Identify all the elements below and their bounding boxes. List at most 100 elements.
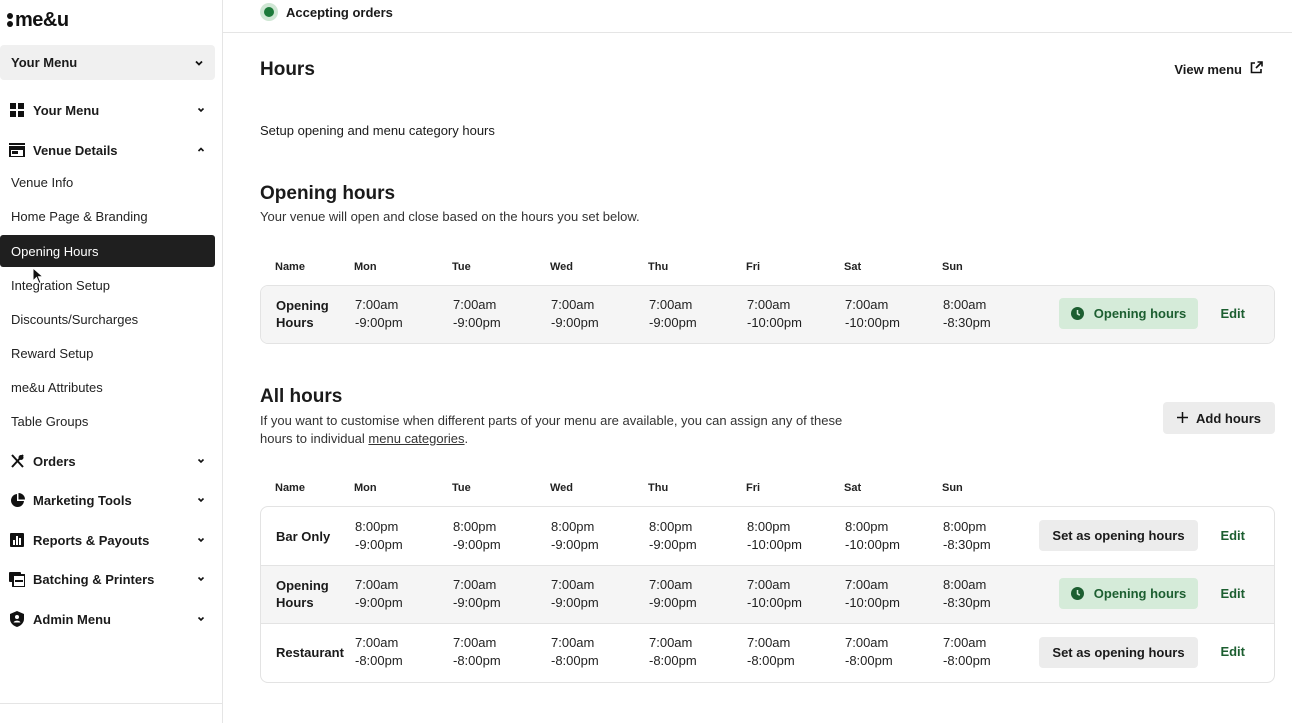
sidebar-group-label: Batching & Printers [33, 571, 155, 587]
edit-button[interactable]: Edit [1220, 644, 1245, 659]
sidebar-group-reports-payouts[interactable]: Reports & Payouts [0, 523, 215, 557]
time-open: 7:00am [747, 635, 791, 650]
badge-label: Opening hours [1093, 306, 1187, 321]
time-cell: 7:00am -9:00pm [649, 296, 697, 332]
column-header: Name [275, 261, 305, 273]
column-header: Fri [746, 482, 761, 494]
sidebar-group-label: Marketing Tools [33, 492, 132, 508]
sidebar-group-your-menu[interactable]: Your Menu [0, 93, 215, 127]
time-open: 7:00am [649, 635, 693, 650]
opening-hours-title: Opening hours [260, 183, 396, 204]
time-open: 7:00am [551, 635, 595, 650]
row-name-line: Opening [276, 578, 329, 593]
time-open: 7:00am [355, 635, 399, 650]
sidebar-group-label: Venue Details [33, 142, 118, 158]
sidebar-group-venue-details[interactable]: Venue Details [0, 133, 215, 167]
sidebar-item-meu-attributes[interactable]: me&u Attributes [0, 371, 215, 403]
sidebar: me&u Your Menu Your Menu Venue Details V… [0, 0, 223, 723]
opening-hours-badge[interactable]: Opening hours [1059, 578, 1198, 609]
external-link-icon [1250, 61, 1263, 77]
column-header: Sat [844, 261, 862, 273]
row-name-line: Hours [276, 595, 314, 610]
time-cell: 7:00am -8:00pm [649, 634, 697, 670]
set-as-opening-hours-button[interactable]: Set as opening hours [1039, 637, 1198, 668]
sidebar-group-marketing-tools[interactable]: Marketing Tools [0, 483, 215, 517]
mouse-cursor-icon [32, 266, 45, 288]
edit-button[interactable]: Edit [1220, 586, 1245, 601]
time-close: -8:00pm [453, 653, 501, 668]
logo-text: me&u [15, 8, 69, 31]
sidebar-group-label: Your Menu [33, 102, 100, 118]
time-cell: 8:00pm -9:00pm [355, 518, 403, 554]
time-open: 8:00am [943, 577, 987, 592]
column-header: Name [275, 482, 305, 494]
time-cell: 7:00am -8:00pm [943, 634, 991, 670]
view-menu-label: View menu [1174, 61, 1242, 77]
time-cell: 7:00am -9:00pm [649, 576, 697, 612]
time-cell: 8:00pm -9:00pm [551, 518, 599, 554]
view-menu-link[interactable]: View menu [1174, 61, 1263, 77]
time-cell: 7:00am -8:00pm [747, 634, 795, 670]
sidebar-group-label: Orders [33, 453, 76, 469]
time-open: 7:00am [845, 297, 889, 312]
menu-select[interactable]: Your Menu [0, 45, 215, 80]
sidebar-item-discounts-surcharges[interactable]: Discounts/Surcharges [0, 303, 215, 335]
time-close: -9:00pm [453, 595, 501, 610]
time-close: -10:00pm [845, 537, 900, 552]
row-name-line: Opening [276, 298, 329, 313]
time-open: 7:00am [649, 297, 693, 312]
cutlery-icon [9, 453, 25, 469]
row-name: Restaurant [276, 645, 344, 660]
time-cell: 7:00am -10:00pm [845, 296, 900, 332]
plus-icon [1177, 408, 1188, 428]
time-close: -9:00pm [453, 315, 501, 330]
sidebar-item-opening-hours[interactable]: Opening Hours [0, 235, 215, 267]
chevron-down-icon [196, 105, 206, 115]
time-close: -9:00pm [649, 537, 697, 552]
time-open: 7:00am [551, 577, 595, 592]
column-header: Mon [354, 482, 377, 494]
grid-icon [9, 102, 25, 118]
time-cell: 7:00am -10:00pm [747, 296, 802, 332]
time-cell: 8:00pm -9:00pm [453, 518, 501, 554]
page-title: Hours [260, 59, 315, 80]
time-open: 8:00pm [551, 519, 595, 534]
column-header: Sat [844, 482, 862, 494]
set-as-opening-hours-button[interactable]: Set as opening hours [1039, 520, 1198, 551]
time-close: -10:00pm [747, 537, 802, 552]
order-status[interactable]: Accepting orders [260, 3, 393, 21]
sidebar-item-table-groups[interactable]: Table Groups [0, 405, 215, 437]
sidebar-item-reward-setup[interactable]: Reward Setup [0, 337, 215, 369]
time-open: 8:00pm [943, 519, 987, 534]
row-name-line: Hours [276, 315, 314, 330]
logo[interactable]: me&u [7, 9, 69, 31]
menu-categories-link[interactable]: menu categories [368, 431, 464, 446]
chevron-down-icon [196, 495, 206, 505]
sidebar-group-orders[interactable]: Orders [0, 444, 215, 478]
row-name: Opening Hours [276, 297, 329, 331]
add-hours-button[interactable]: Add hours [1163, 402, 1275, 434]
status-dot-icon [260, 3, 278, 21]
time-close: -9:00pm [551, 537, 599, 552]
time-cell: 7:00am -9:00pm [551, 296, 599, 332]
time-open: 7:00am [453, 297, 497, 312]
time-open: 8:00pm [845, 519, 889, 534]
clock-icon [1070, 587, 1084, 600]
time-close: -8:00pm [551, 653, 599, 668]
chevron-down-icon [194, 58, 204, 68]
sidebar-item-home-page-branding[interactable]: Home Page & Branding [0, 200, 215, 232]
time-close: -8:30pm [943, 537, 991, 552]
opening-hours-badge[interactable]: Opening hours [1059, 298, 1198, 329]
time-close: -9:00pm [355, 315, 403, 330]
edit-button[interactable]: Edit [1220, 306, 1245, 321]
row-name: Opening Hours [276, 577, 329, 611]
time-cell: 7:00am -9:00pm [355, 576, 403, 612]
sidebar-item-venue-info[interactable]: Venue Info [0, 166, 215, 198]
edit-button[interactable]: Edit [1220, 528, 1245, 543]
column-header: Sun [942, 261, 963, 273]
sidebar-group-admin-menu[interactable]: Admin Menu [0, 602, 215, 636]
time-cell: 8:00am -8:30pm [943, 296, 991, 332]
time-close: -8:00pm [355, 653, 403, 668]
sidebar-group-batching-printers[interactable]: Batching & Printers [0, 562, 215, 596]
column-header: Tue [452, 261, 471, 273]
